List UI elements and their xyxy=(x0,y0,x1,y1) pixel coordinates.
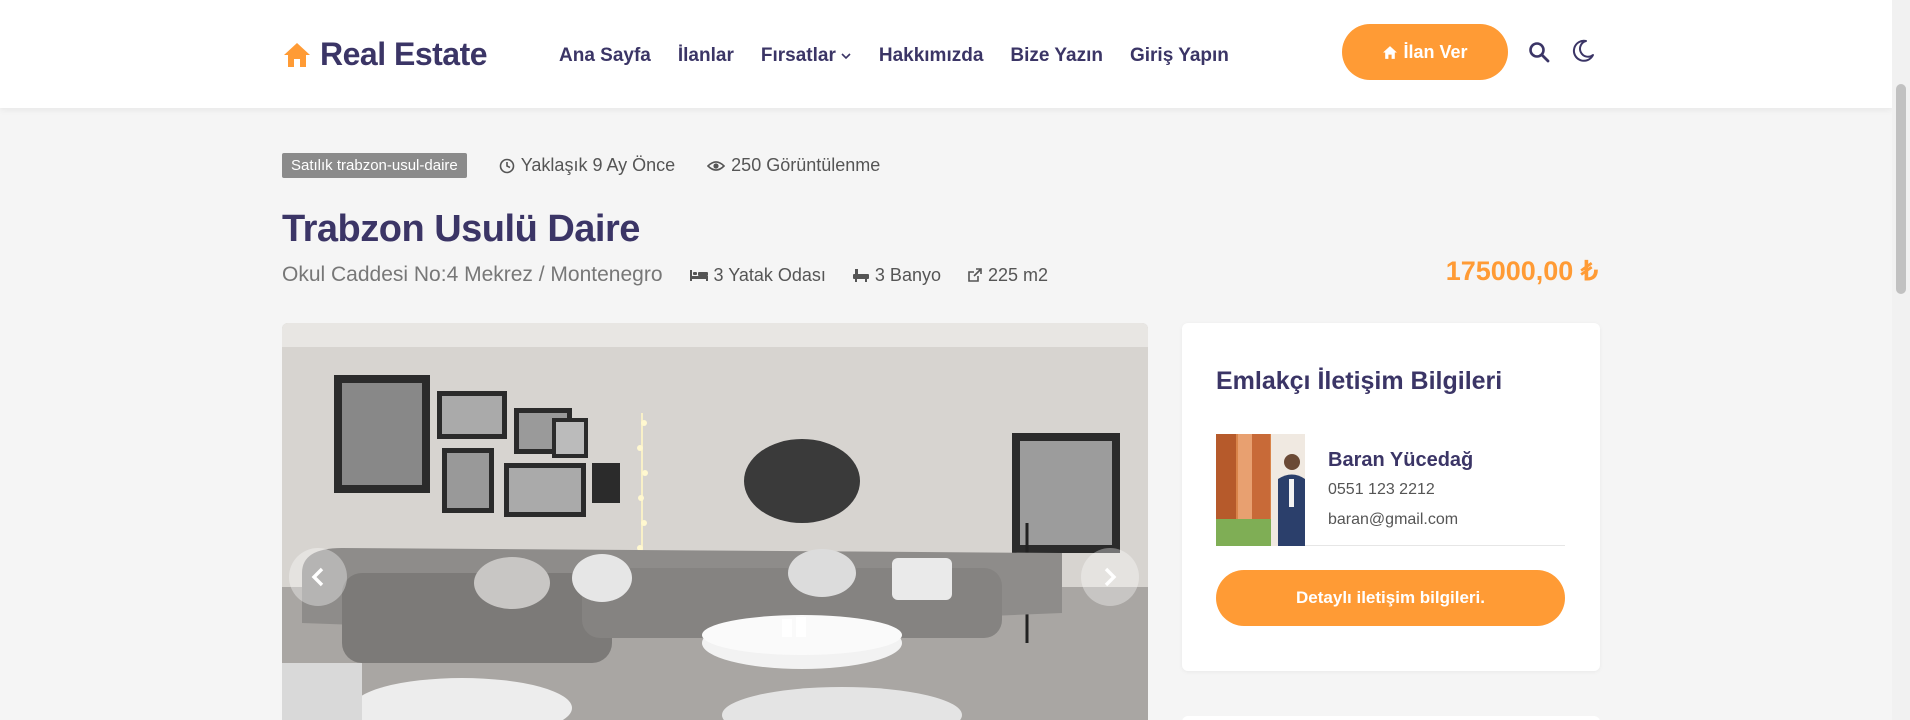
area-size-text: 225 m2 xyxy=(987,264,1049,285)
nav-item-firsatlar[interactable]: Fırsatlar xyxy=(761,45,852,67)
add-listing-button[interactable]: İlan Ver xyxy=(1342,24,1508,80)
listing-details: Okul Caddesi No:4 Mekrez / Montenegro 3 … xyxy=(282,263,1048,287)
living-room-photo xyxy=(282,323,1148,720)
share-square-icon xyxy=(968,268,982,282)
clock-icon xyxy=(499,158,515,173)
listing-price: 175000,00 ₺ xyxy=(1445,256,1598,286)
listing-meta: Satılık trabzon-usul-daire Yaklaşık 9 Ay… xyxy=(282,153,880,178)
photo-gallery[interactable] xyxy=(282,323,1148,720)
search-icon[interactable] xyxy=(1527,40,1551,64)
nav-item-hakkimizda[interactable]: Hakkımızda xyxy=(879,45,984,67)
nav-item-ana-sayfa[interactable]: Ana Sayfa xyxy=(559,45,651,67)
main-nav: Ana Sayfa İlanlar Fırsatlar Hakkımızda B… xyxy=(559,45,1229,67)
listing-address: Okul Caddesi No:4 Mekrez / Montenegro xyxy=(282,263,663,286)
view-count: 250 Görüntülenme xyxy=(707,155,880,176)
bath-icon xyxy=(852,269,869,282)
chevron-down-icon xyxy=(841,53,851,60)
home-icon xyxy=(284,42,310,67)
nav-item-giris-yapin[interactable]: Giriş Yapın xyxy=(1130,45,1229,67)
category-tag[interactable]: Satılık trabzon-usul-daire xyxy=(282,153,467,178)
eye-icon xyxy=(707,160,726,171)
view-count-text: 250 Görüntülenme xyxy=(731,155,881,175)
bedroom-count-text: 3 Yatak Odası xyxy=(713,264,826,285)
divider xyxy=(1305,545,1565,546)
nav-item-bize-yazin[interactable]: Bize Yazın xyxy=(1010,45,1103,67)
agent-photo xyxy=(1216,434,1305,546)
agent-avatar xyxy=(1216,434,1305,546)
nav-item-label: Fırsatlar xyxy=(760,45,836,66)
navbar: Real Estate Ana Sayfa İlanlar Fırsatlar … xyxy=(0,0,1892,108)
agent-phone[interactable]: 0551 123 2212 xyxy=(1328,481,1435,499)
agent-name: Baran Yücedağ xyxy=(1328,449,1474,471)
gallery-next-button[interactable] xyxy=(1081,548,1139,606)
area-size: 225 m2 xyxy=(967,265,1048,286)
detailed-contact-button[interactable]: Detaylı iletişim bilgileri. xyxy=(1216,570,1565,626)
page-scrollbar[interactable] xyxy=(1892,0,1910,720)
chevron-left-icon xyxy=(311,567,324,587)
secondary-card xyxy=(1182,716,1600,720)
moon-icon[interactable] xyxy=(1570,38,1596,64)
home-icon xyxy=(1383,45,1398,59)
chevron-right-icon xyxy=(1104,567,1117,587)
posted-time-text: Yaklaşık 9 Ay Önce xyxy=(520,155,676,175)
posted-time: Yaklaşık 9 Ay Önce xyxy=(499,155,675,176)
bathroom-count-text: 3 Banyo xyxy=(874,264,941,285)
contact-card-title: Emlakçı İletişim Bilgileri xyxy=(1216,367,1503,395)
add-listing-label: İlan Ver xyxy=(1403,41,1468,62)
brand-name: Real Estate xyxy=(320,36,488,72)
agent-email[interactable]: baran@gmail.com xyxy=(1328,511,1458,529)
bed-icon xyxy=(689,270,708,281)
brand-logo[interactable]: Real Estate xyxy=(282,36,488,73)
agent-contact-card: Emlakçı İletişim Bilgileri Baran Yücedağ… xyxy=(1182,323,1600,671)
nav-item-ilanlar[interactable]: İlanlar xyxy=(678,45,734,67)
bathroom-count: 3 Banyo xyxy=(852,265,941,286)
scrollbar-thumb[interactable] xyxy=(1896,84,1906,294)
bedroom-count: 3 Yatak Odası xyxy=(689,265,826,286)
listing-title: Trabzon Usulü Daire xyxy=(282,208,640,250)
gallery-prev-button[interactable] xyxy=(289,548,347,606)
